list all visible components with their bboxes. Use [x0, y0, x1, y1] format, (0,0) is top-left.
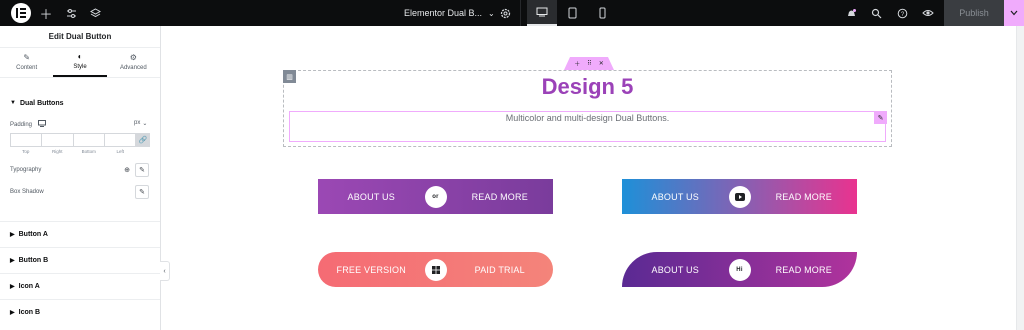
middle-badge	[728, 185, 751, 208]
unit-selector[interactable]: px ⌄	[134, 120, 147, 127]
button-b-label[interactable]: READ MORE	[751, 265, 858, 275]
section-title: Dual Buttons	[19, 99, 64, 107]
youtube-icon	[731, 188, 748, 205]
padding-bottom-input[interactable]	[72, 133, 104, 147]
structure-layers-icon[interactable]	[87, 5, 103, 21]
section-dual-buttons[interactable]: ▼ Dual Buttons	[0, 98, 160, 108]
tab-label: Content	[16, 65, 38, 71]
caret-right-icon: ▶	[10, 232, 15, 238]
caret-right-icon: ▶	[10, 284, 15, 290]
padding-right-input[interactable]	[41, 133, 73, 147]
dual-button-4: ABOUT US Hi READ MORE	[622, 252, 857, 287]
accordion-button-a[interactable]: ▶ Button A	[0, 221, 160, 247]
page-title: Elementor Dual B...	[404, 8, 483, 18]
padding-inputs: 🔗	[10, 133, 150, 147]
dual-button-1: ABOUT US or READ MORE	[318, 179, 553, 214]
delete-section-icon[interactable]: ✕	[599, 60, 604, 67]
chevron-down-icon: ⌄	[488, 8, 495, 18]
padding-top-label: Top	[22, 149, 30, 154]
panel-title: Edit Dual Button	[0, 26, 160, 48]
accordion-icon-b[interactable]: ▶ Icon B	[0, 299, 160, 325]
button-a-label[interactable]: ABOUT US	[622, 192, 729, 202]
help-icon[interactable]: ?	[894, 5, 910, 21]
gear-icon: ⚙	[129, 53, 137, 62]
button-a-label[interactable]: FREE VERSION	[318, 265, 425, 275]
accordion-button-b[interactable]: ▶ Button B	[0, 247, 160, 273]
page-settings-gear-icon[interactable]	[497, 5, 513, 21]
top-bar: ＋ Elementor Dual B... ⌄ ? Publish	[0, 0, 1024, 26]
accordion-label: Icon A	[18, 283, 40, 290]
middle-badge: Hi	[728, 258, 751, 281]
site-settings-icon[interactable]	[63, 5, 79, 21]
half-circle-icon: ◐	[77, 52, 83, 61]
add-element-icon[interactable]: ＋	[38, 5, 54, 22]
edit-typography-pencil-icon[interactable]: ✎	[135, 163, 149, 177]
caret-right-icon: ▶	[10, 310, 15, 316]
accordion-label: Icon B	[18, 309, 41, 316]
dual-button-3: FREE VERSION PAID TRIAL	[318, 252, 553, 287]
canvas-scrollbar[interactable]	[1016, 26, 1024, 330]
section-handle[interactable]: ＋ ⠿ ✕	[564, 57, 614, 70]
publish-options-chevron-icon[interactable]	[1004, 0, 1024, 26]
chevron-down-icon: ⌄	[142, 121, 148, 127]
padding-control-label: Padding	[10, 120, 47, 129]
divider	[520, 0, 521, 26]
typography-label: Typography	[10, 167, 42, 173]
pencil-icon: ✎	[23, 53, 31, 62]
edit-box-shadow-pencil-icon[interactable]: ✎	[135, 185, 149, 199]
tab-advanced[interactable]: ⚙ Advanced	[107, 48, 160, 77]
subtext[interactable]: Multicolor and multi-design Dual Buttons…	[289, 113, 886, 123]
preview-eye-icon[interactable]	[920, 5, 936, 21]
edit-widget-pencil-icon[interactable]: ✎	[874, 111, 887, 124]
padding-label: Padding	[10, 121, 33, 128]
caret-right-icon: ▶	[10, 258, 15, 264]
dual-button-2: ABOUT US READ MORE	[622, 179, 857, 214]
button-a-label[interactable]: ABOUT US	[622, 265, 729, 275]
notifications-icon[interactable]	[843, 5, 859, 21]
padding-right-label: Right	[51, 149, 63, 154]
button-b-label[interactable]: READ MORE	[447, 192, 554, 202]
padding-bottom-label: Bottom	[81, 149, 96, 154]
middle-text: or	[427, 188, 444, 205]
global-typography-icon[interactable]: ⊕	[120, 163, 134, 177]
tab-label: Style	[73, 64, 87, 70]
middle-badge	[424, 258, 447, 281]
button-b-label[interactable]: READ MORE	[751, 192, 858, 202]
page-heading[interactable]: Design 5	[283, 74, 892, 100]
panel-tabs: ✎ Content ◐ Style ⚙ Advanced	[0, 48, 160, 78]
link-values-icon[interactable]: 🔗	[136, 133, 150, 147]
padding-left-input[interactable]	[103, 133, 136, 147]
button-b-label[interactable]: PAID TRIAL	[447, 265, 554, 275]
unit-value: px	[134, 120, 141, 126]
accordion-label: Button A	[18, 231, 48, 238]
tablet-view-icon[interactable]	[557, 0, 587, 26]
windows-icon	[427, 261, 444, 278]
tab-style[interactable]: ◐ Style	[53, 48, 107, 77]
publish-button[interactable]: Publish	[944, 0, 1004, 26]
button-a-label[interactable]: ABOUT US	[318, 192, 425, 202]
desktop-view-icon[interactable]	[527, 0, 557, 26]
caret-down-icon: ▼	[10, 100, 16, 106]
middle-text: Hi	[731, 261, 748, 278]
tab-content[interactable]: ✎ Content	[0, 48, 53, 77]
search-icon[interactable]	[868, 5, 884, 21]
padding-side-labels: Top Right Bottom Left	[10, 149, 136, 154]
mobile-view-icon[interactable]	[587, 0, 617, 26]
box-shadow-label: Box Shadow	[10, 189, 44, 195]
drag-section-icon[interactable]: ⠿	[587, 60, 591, 67]
tab-label: Advanced	[119, 65, 147, 71]
padding-top-input[interactable]	[10, 133, 42, 147]
elementor-logo-icon[interactable]	[11, 3, 31, 23]
collapse-panel-chevron-icon[interactable]: ‹	[160, 261, 170, 281]
desktop-responsive-icon[interactable]	[38, 120, 47, 129]
add-section-icon[interactable]: ＋	[574, 59, 580, 68]
page-title-dropdown[interactable]: Elementor Dual B... ⌄	[404, 0, 495, 26]
accordion-icon-a[interactable]: ▶ Icon A	[0, 273, 160, 299]
middle-badge: or	[424, 185, 447, 208]
accordion-label: Button B	[18, 257, 49, 264]
padding-left-label: Left	[116, 149, 124, 154]
